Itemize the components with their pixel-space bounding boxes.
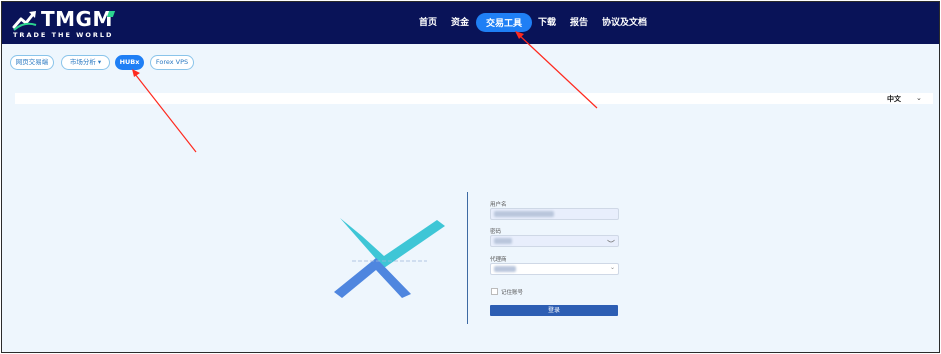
brand-accent-mark [106,11,116,17]
brand-tagline: TRADE THE WORLD [13,31,114,39]
chevron-down-icon[interactable]: ⌄ [916,94,922,102]
broker-value: xxxxxx [494,266,516,272]
nav-item-downloads[interactable]: 下载 [538,15,556,28]
hubx-logo-icon [334,218,445,298]
language-selector[interactable]: 中文 [887,94,901,104]
eye-icon[interactable] [607,238,615,244]
chevron-down-icon: ⌄ [609,264,615,271]
nav-item-agreements[interactable]: 协议及文档 [602,15,647,28]
username-input[interactable]: xxxxxxxxxxxxxxx [490,208,619,220]
remember-checkbox[interactable] [491,288,498,295]
vertical-divider [467,192,468,324]
nav-item-trading-tools[interactable]: 交易工具 [476,13,533,32]
nav-item-reports[interactable]: 报告 [570,15,588,28]
password-input[interactable]: xxxxxxx [490,235,619,247]
brand-logo[interactable]: TMGM TRADE THE WORLD [12,7,122,39]
brand-name: TMGM [41,7,113,31]
login-button[interactable]: 登录 [490,305,618,316]
username-label: 用户名 [490,202,507,208]
browser-frame: TMGM TRADE THE WORLD 首页 资金 交易工具 下载 报告 协议… [1,1,940,353]
tab-market-analysis[interactable]: 市场分析 ▾ [61,55,110,70]
language-bar: 中文 ⌄ [15,93,933,104]
broker-select[interactable]: xxxxxx ⌄ [490,263,619,275]
top-navigation-bar: TMGM TRADE THE WORLD 首页 资金 交易工具 下载 报告 协议… [2,2,939,44]
broker-label: 代理商 [490,257,507,263]
tab-web-trader[interactable]: 网页交易端 [10,55,54,70]
tab-forex-vps[interactable]: Forex VPS [150,55,194,70]
annotation-arrows [132,31,598,153]
username-value: xxxxxxxxxxxxxxx [494,211,554,217]
nav-item-home[interactable]: 首页 [419,15,437,28]
tmgm-logo-icon [12,11,37,31]
remember-label: 记住账号 [501,290,524,296]
nav-item-funds[interactable]: 资金 [451,15,469,28]
password-label: 密码 [490,229,502,235]
password-value: xxxxxxx [494,238,512,244]
tab-hubx[interactable]: HUBx [115,55,144,70]
